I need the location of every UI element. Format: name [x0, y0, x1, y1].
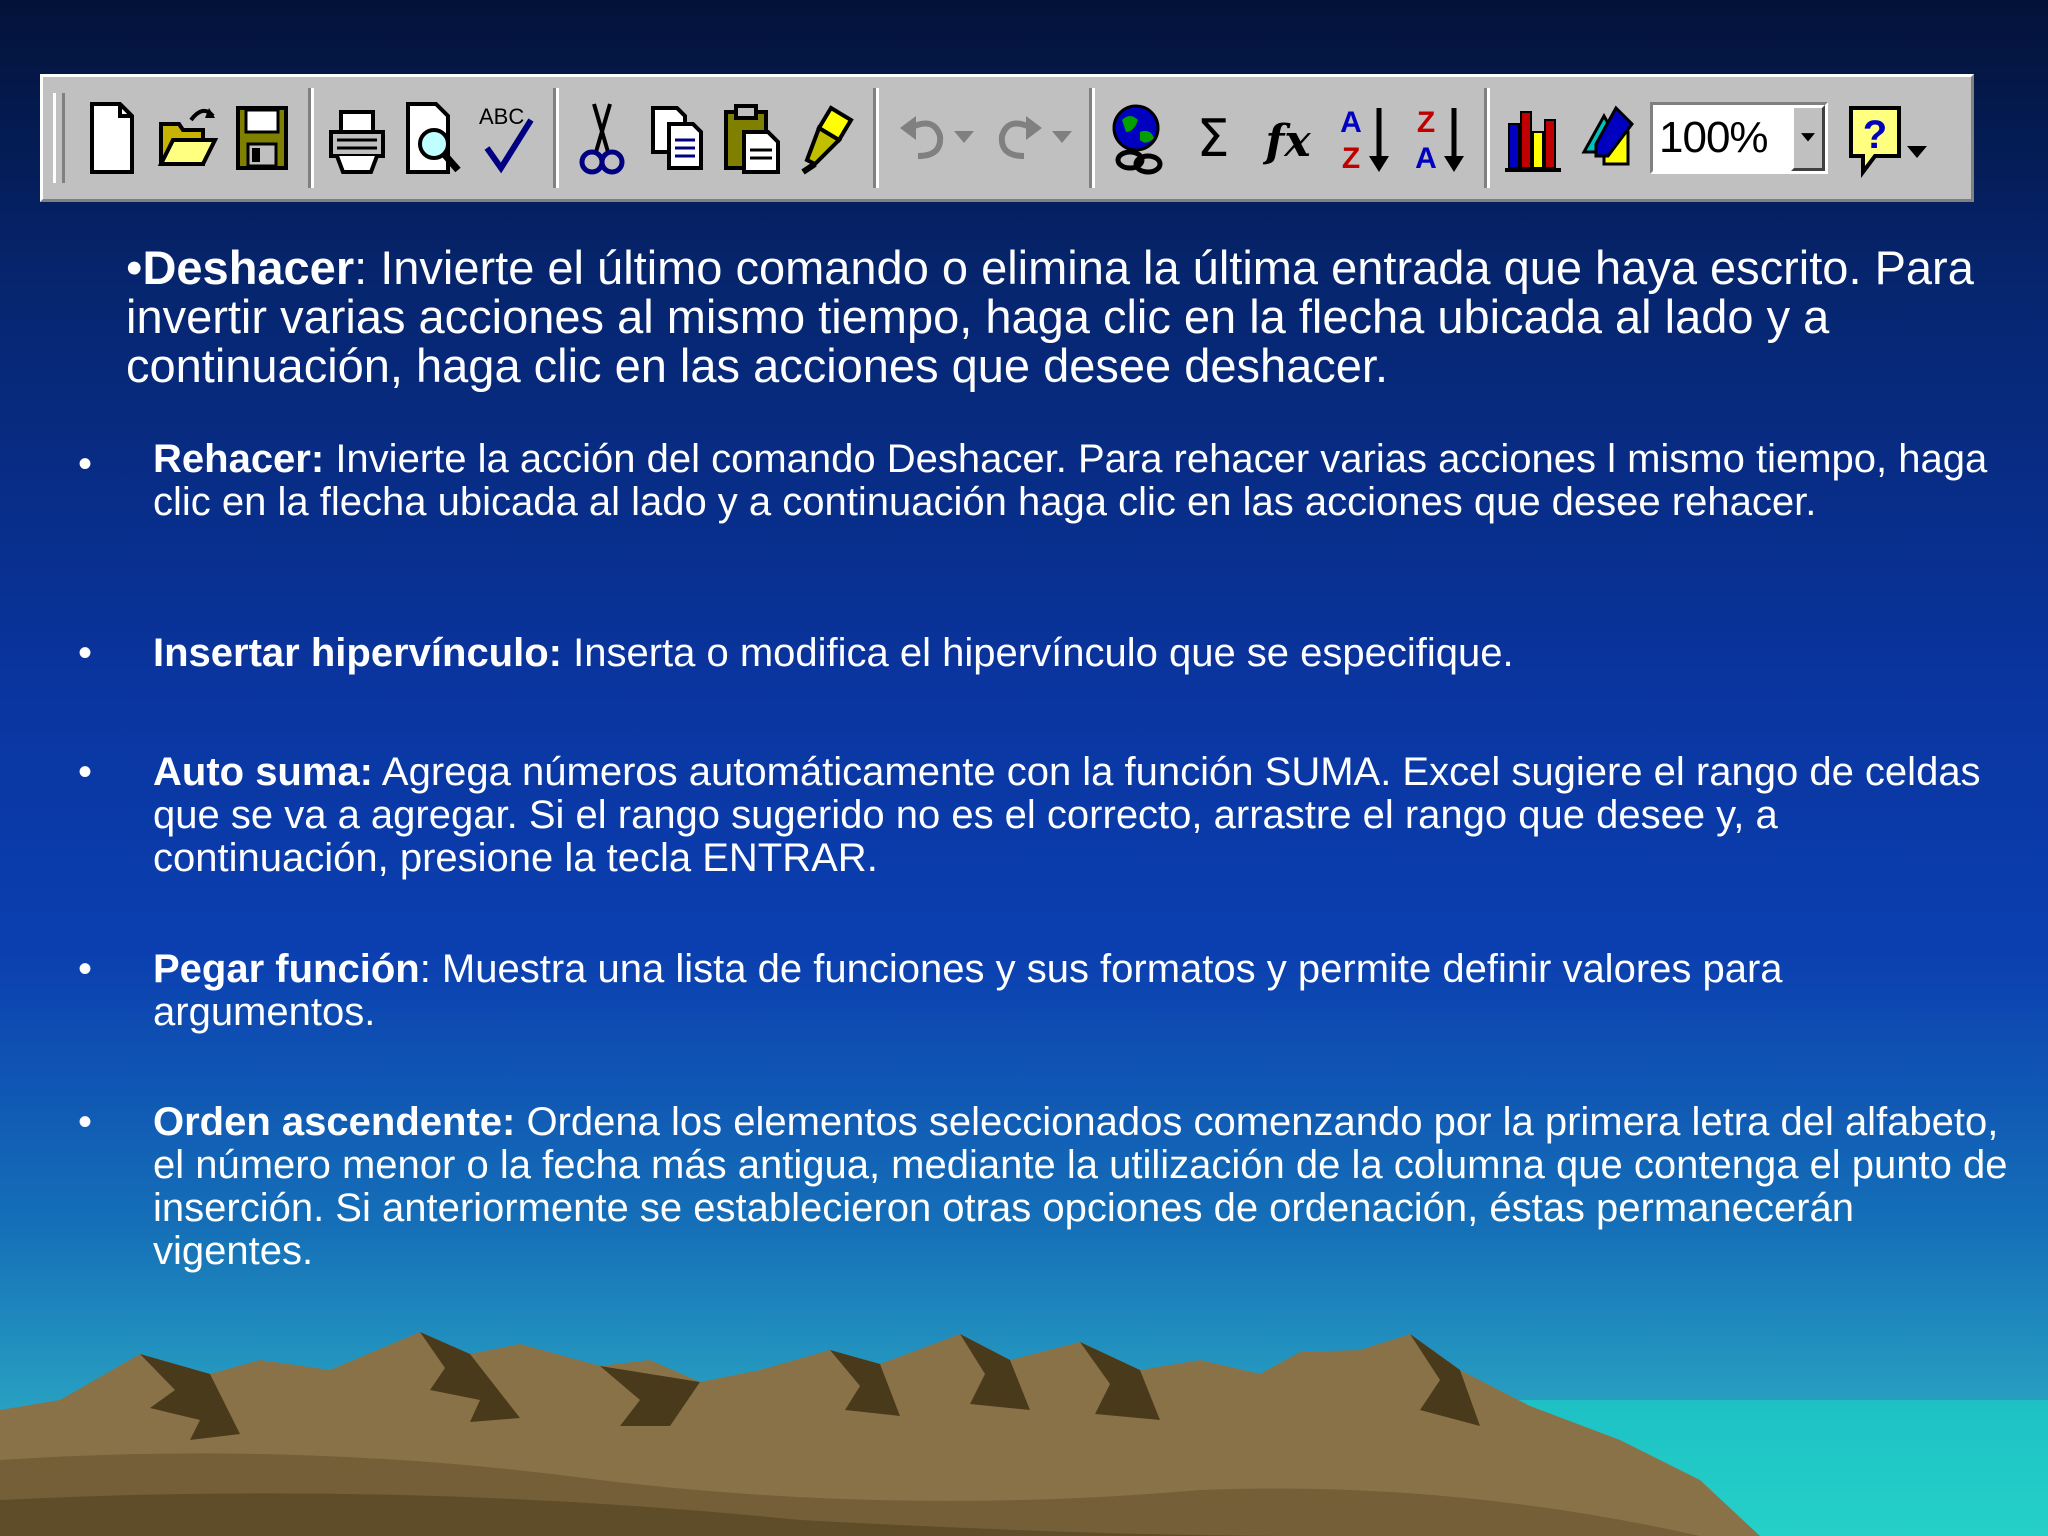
- list-item-insertar-hipervinculo: Insertar hipervínculo: Inserta o modific…: [153, 632, 2013, 675]
- bullet: •: [78, 442, 93, 486]
- list-item-rehacer: Rehacer: Invierte la acción del comando …: [153, 438, 2013, 524]
- slide-content: •Deshacer: Invierte el último comando o …: [0, 0, 2048, 1536]
- list-item-pegar-funcion: Pegar función: Muestra una lista de func…: [153, 948, 2013, 1034]
- intro-term: Deshacer: [142, 241, 355, 294]
- item-text: Inserta o modifica el hipervínculo que s…: [561, 631, 1514, 675]
- bullet: •: [78, 947, 93, 991]
- mountains-illustration: [0, 1332, 2048, 1536]
- item-text: Agrega números automáticamente con la fu…: [153, 750, 1981, 880]
- bullet: •: [78, 631, 93, 675]
- item-term: Insertar hipervínculo:: [153, 631, 562, 675]
- item-term: Rehacer:: [153, 437, 325, 481]
- item-term: Pegar función: [153, 947, 420, 991]
- item-term: Orden ascendente:: [153, 1100, 516, 1144]
- bullet: •: [78, 750, 93, 794]
- list-item-auto-suma: Auto suma: Agrega números automáticament…: [153, 751, 2013, 880]
- intro-text: : Invierte el último comando o elimina l…: [126, 241, 1974, 392]
- list-item-orden-ascendente: Orden ascendente: Ordena los elementos s…: [153, 1101, 2013, 1273]
- item-term: Auto suma:: [153, 750, 373, 794]
- intro-paragraph: •Deshacer: Invierte el último comando o …: [126, 243, 2026, 390]
- intro-bullet: •: [126, 241, 143, 294]
- item-text: Invierte la acción del comando Deshacer.…: [153, 437, 1988, 524]
- bullet: •: [78, 1100, 93, 1144]
